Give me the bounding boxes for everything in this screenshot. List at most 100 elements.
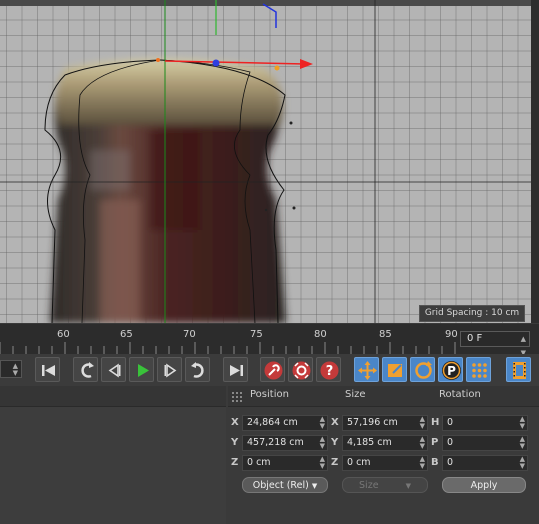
rotation-b-field[interactable]: 0 ▲ ▼ xyxy=(442,455,528,471)
dots-grid-icon xyxy=(472,363,487,378)
move-arrows-icon xyxy=(358,361,377,380)
chevron-down-icon: ▼ xyxy=(405,482,411,490)
position-axis-label: X xyxy=(231,417,239,428)
forward-loop-icon xyxy=(191,362,204,378)
parameter-tool-button[interactable]: P xyxy=(438,357,463,382)
stepper-icon[interactable]: ▲ ▼ xyxy=(520,416,525,430)
size-x-value: 57,196 cm xyxy=(347,417,398,428)
chevron-down-icon: ▼ xyxy=(311,482,318,490)
timeline-tick-label: 85 xyxy=(379,329,392,340)
question-key-icon: ? xyxy=(320,361,339,380)
scale-icon xyxy=(388,364,402,377)
step-backward-icon xyxy=(108,363,121,378)
rotate-icon xyxy=(415,361,432,379)
rotate-tool-button[interactable] xyxy=(410,357,435,382)
size-axis-label: Y xyxy=(331,437,339,448)
coordinate-mode-value: Object (Rel) xyxy=(252,480,309,491)
keyframe-selection-button[interactable]: ? xyxy=(316,357,341,382)
rewind-loop-icon xyxy=(81,362,94,378)
rotation-p-field[interactable]: 0 ▲ ▼ xyxy=(442,435,528,451)
position-header: Position xyxy=(250,389,289,400)
point-level-animation-button[interactable] xyxy=(466,357,491,382)
editor-viewport[interactable]: Grid Spacing : 10 cm xyxy=(0,0,531,323)
rotation-axis-label: H xyxy=(431,417,440,428)
stepper-icon[interactable]: ▲ ▼ xyxy=(420,436,425,450)
go-to-start-icon xyxy=(42,365,55,376)
apply-button[interactable]: Apply xyxy=(442,477,526,493)
viewport-scrollbar[interactable] xyxy=(531,0,539,323)
autokey-icon xyxy=(292,361,311,380)
frame-range-field[interactable]: ▲ ▼ xyxy=(0,360,22,378)
stepper-icon[interactable]: ▲ ▼ xyxy=(320,436,325,450)
stepper-icon[interactable]: ▲ ▼ xyxy=(420,416,425,430)
record-button[interactable] xyxy=(260,357,285,382)
rotation-axis-label: B xyxy=(431,457,439,468)
size-y-field[interactable]: 4,185 cm ▲ ▼ xyxy=(342,435,428,451)
timeline-tick-label: 65 xyxy=(120,329,133,340)
step-forward-button[interactable] xyxy=(157,357,182,382)
coordinate-mode-select[interactable]: Object (Rel) ▼ xyxy=(242,477,328,493)
position-axis-label: Z xyxy=(231,457,239,468)
position-axis-label: Y xyxy=(231,437,239,448)
go-to-end-button[interactable] xyxy=(223,357,248,382)
play-forward-button[interactable] xyxy=(129,357,154,382)
animation-toolbar: ▲ ▼ ? P xyxy=(0,354,539,386)
left-panel-header xyxy=(0,386,226,407)
coordinates-panel: Position Size Rotation X 24,864 cm ▲ ▼ X 5… xyxy=(228,386,539,524)
timeline-ruler[interactable] xyxy=(0,324,539,354)
parameter-p-icon: P xyxy=(442,361,461,380)
viewport-scene xyxy=(0,0,531,323)
rotation-h-value: 0 xyxy=(447,417,454,428)
timeline-button[interactable] xyxy=(506,357,531,382)
position-y-value: 457,218 cm xyxy=(247,437,304,448)
timeline-tick-label: 75 xyxy=(250,329,263,340)
size-y-value: 4,185 cm xyxy=(347,437,392,448)
position-y-field[interactable]: 457,218 cm ▲ ▼ xyxy=(242,435,328,451)
current-frame-field[interactable]: 0 F ▲ ▼ xyxy=(460,331,530,357)
size-axis-label: Z xyxy=(331,457,339,468)
position-z-value: 0 cm xyxy=(247,457,271,468)
svg-text:?: ? xyxy=(326,364,334,379)
timeline[interactable]: 60 65 70 75 80 85 90 0 F ▲ ▼ xyxy=(0,324,539,357)
go-to-start-button[interactable] xyxy=(35,357,60,382)
go-to-end-icon xyxy=(230,365,243,376)
stepper-icon[interactable]: ▲ ▼ xyxy=(520,436,525,450)
timeline-tick-label: 70 xyxy=(183,329,196,340)
size-header: Size xyxy=(345,389,366,400)
step-backward-button[interactable] xyxy=(101,357,126,382)
scale-tool-button[interactable] xyxy=(382,357,407,382)
size-axis-label: X xyxy=(331,417,339,428)
svg-text:P: P xyxy=(447,364,456,378)
step-forward-icon xyxy=(164,363,177,378)
size-mode-value: Size xyxy=(359,480,379,491)
previous-key-button[interactable] xyxy=(73,357,98,382)
timeline-tick-label: 60 xyxy=(57,329,70,340)
left-panel xyxy=(0,386,226,524)
rotation-axis-label: P xyxy=(431,437,439,448)
size-z-field[interactable]: 0 cm ▲ ▼ xyxy=(342,455,428,471)
size-x-field[interactable]: 57,196 cm ▲ ▼ xyxy=(342,415,428,431)
stepper-icon[interactable]: ▲ ▼ xyxy=(320,416,325,430)
key-record-icon xyxy=(264,361,283,380)
timeline-tick-label: 80 xyxy=(314,329,327,340)
position-z-field[interactable]: 0 cm ▲ ▼ xyxy=(242,455,328,471)
rotation-header: Rotation xyxy=(439,389,481,400)
move-tool-button[interactable] xyxy=(354,357,379,382)
current-frame-value: 0 F xyxy=(467,333,483,344)
rotation-h-field[interactable]: 0 ▲ ▼ xyxy=(442,415,528,431)
rotation-p-value: 0 xyxy=(447,437,454,448)
stepper-icon[interactable]: ▲ ▼ xyxy=(520,456,525,470)
stepper-icon[interactable]: ▲ ▼ xyxy=(320,456,325,470)
panel-grip-icon[interactable] xyxy=(232,392,242,402)
grid-spacing-label: Grid Spacing : 10 cm xyxy=(419,305,525,322)
size-z-value: 0 cm xyxy=(347,457,371,468)
stepper-icon[interactable]: ▲ ▼ xyxy=(420,456,425,470)
position-x-field[interactable]: 24,864 cm ▲ ▼ xyxy=(242,415,328,431)
film-strip-icon xyxy=(513,362,526,379)
stepper-icon[interactable]: ▲ ▼ xyxy=(13,363,18,377)
size-mode-select: Size ▼ xyxy=(342,477,428,493)
timeline-tick-label: 90 xyxy=(445,329,458,340)
autokey-button[interactable] xyxy=(288,357,313,382)
rotation-b-value: 0 xyxy=(447,457,454,468)
next-key-button[interactable] xyxy=(185,357,210,382)
